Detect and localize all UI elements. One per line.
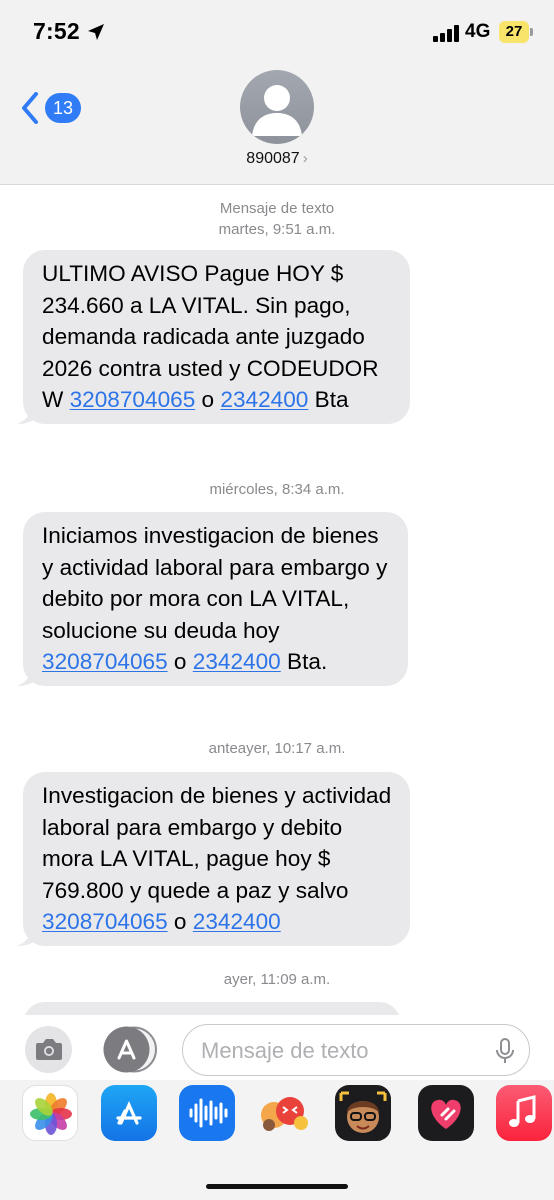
battery-level: 27: [505, 23, 523, 40]
message-text: Bta.: [280, 649, 328, 674]
message-bubble[interactable]: Iniciamos investigacion de bienes y acti…: [17, 512, 408, 686]
timestamp-text: martes, 9:51 a.m.: [218, 221, 336, 238]
conversation-header: 13 890087 ›: [0, 64, 554, 185]
message-bubble[interactable]: Investigacion de bienes y actividad labo…: [17, 772, 410, 946]
bubble-tail: [17, 665, 37, 686]
status-time: 7:52: [33, 18, 80, 44]
memoji-stickers-icon[interactable]: [257, 1085, 313, 1141]
chevron-left-icon: [22, 92, 38, 124]
timestamp-text: ayer, 11:09 a.m.: [223, 971, 331, 988]
message-text: o: [195, 387, 221, 412]
message-field[interactable]: [182, 1024, 530, 1076]
status-bar: 7:52 4G 27: [0, 0, 554, 64]
timestamp: Mensaje de texto martes, 9:51 a.m.: [0, 198, 554, 240]
music-app-icon[interactable]: [496, 1085, 552, 1141]
bubble-tail: [17, 925, 37, 946]
timestamp: anteayer, 10:17 a.m.: [0, 738, 554, 759]
timestamp-text: miércoles, 8:34 a.m.: [209, 481, 345, 498]
phone-link[interactable]: 2342400: [193, 649, 281, 674]
phone-link[interactable]: 3208704065: [42, 909, 168, 934]
memoji-icon[interactable]: [335, 1085, 391, 1141]
bubble-tail: [17, 403, 37, 424]
microphone-icon[interactable]: [495, 1038, 515, 1064]
battery-icon: 27: [499, 21, 529, 43]
apps-button[interactable]: [103, 1026, 157, 1073]
app-drawer: [0, 1080, 554, 1200]
contact-name-button[interactable]: 890087 ›: [0, 150, 554, 168]
photos-app-icon[interactable]: [22, 1085, 78, 1141]
app-store-icon: [103, 1026, 157, 1073]
location-arrow-icon: [88, 24, 104, 40]
message-bubble[interactable]: ULTIMO AVISO Pague HOY $ 234.660 a LA VI…: [17, 250, 410, 424]
audio-message-icon[interactable]: [179, 1085, 235, 1141]
message-text: Investigacion de bienes y actividad labo…: [42, 783, 392, 903]
signal-bars-icon: [433, 25, 459, 42]
phone-link[interactable]: 2342400: [193, 909, 281, 934]
contact-avatar[interactable]: [240, 70, 314, 144]
timestamp: miércoles, 8:34 a.m.: [0, 479, 554, 500]
person-icon: [252, 85, 302, 136]
timestamp-text: anteayer, 10:17 a.m.: [208, 740, 346, 757]
battery-nub: [530, 28, 533, 36]
message-text: o: [167, 909, 193, 934]
digital-touch-icon[interactable]: [418, 1085, 474, 1141]
phone-link[interactable]: 2342400: [220, 387, 308, 412]
message-input[interactable]: [199, 1033, 493, 1069]
phone-link[interactable]: 3208704065: [70, 387, 196, 412]
message-type-label: Mensaje de texto: [219, 200, 335, 217]
network-type: 4G: [465, 21, 491, 42]
unread-count-badge: 13: [45, 93, 82, 123]
message-text: Bta: [308, 387, 349, 412]
phone-link[interactable]: 3208704065: [42, 649, 168, 674]
message-text: Iniciamos investigacion de bienes y acti…: [42, 523, 388, 643]
chevron-right-icon: ›: [302, 150, 308, 167]
home-indicator: [206, 1184, 348, 1189]
back-button[interactable]: 13: [20, 88, 90, 128]
message-text: o: [167, 649, 193, 674]
app-store-app-icon[interactable]: [101, 1085, 157, 1141]
camera-icon: [36, 1039, 62, 1060]
contact-name: 890087: [246, 150, 300, 167]
camera-button[interactable]: [25, 1026, 72, 1073]
timestamp: ayer, 11:09 a.m.: [0, 969, 554, 990]
